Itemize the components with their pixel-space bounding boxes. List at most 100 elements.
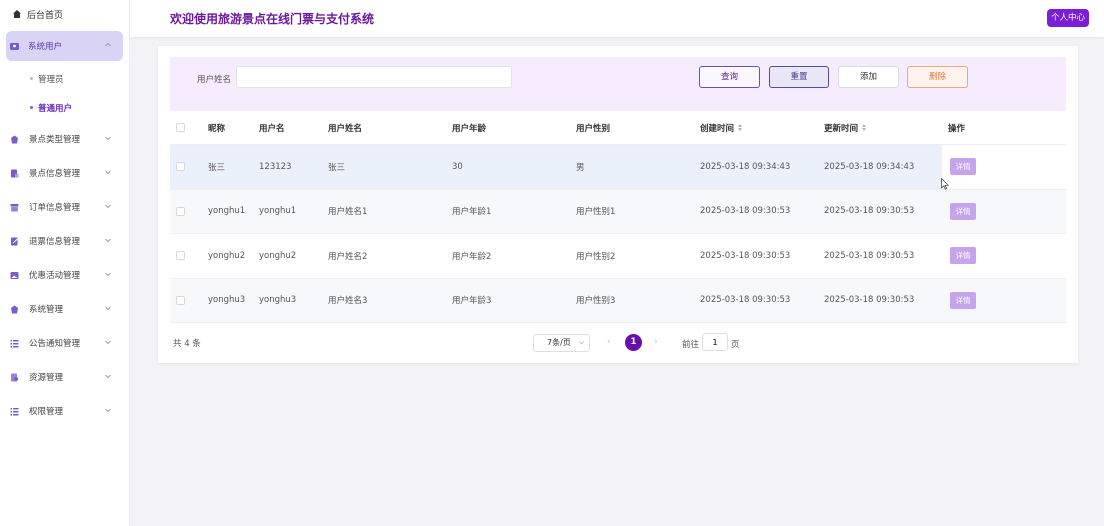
table-cell: 用户姓名2 xyxy=(328,251,368,262)
chevron-down-icon xyxy=(105,238,111,243)
bullet-icon xyxy=(30,106,33,109)
row-select-cell xyxy=(176,190,185,234)
table-cell: yonghu2 xyxy=(259,250,297,261)
page-unit-label: 页 xyxy=(731,340,740,350)
table-cell: 2025-03-18 09:30:53 xyxy=(824,250,915,261)
table-cell: yonghu1 xyxy=(208,206,246,217)
goto-page-input[interactable] xyxy=(702,333,728,351)
sidebar-item-promotions[interactable]: 优惠活动管理 xyxy=(0,258,129,292)
table-cell: 30 xyxy=(452,161,463,172)
table-row[interactable]: yonghu2 yonghu2 用户姓名2 用户年龄2 用户性别2 2025-0… xyxy=(170,234,1066,279)
detail-button[interactable]: 详情 xyxy=(950,158,976,176)
content-card: 用户姓名 查询 重置 添加 删除 昵称 用户名 用户姓名 用户年龄 用户性别 创… xyxy=(158,46,1078,363)
column-header: 操作 xyxy=(948,123,966,134)
table-cell: 用户年龄1 xyxy=(452,207,492,218)
table-cell: 用户性别1 xyxy=(576,207,616,218)
table-header: 昵称 用户名 用户姓名 用户年龄 用户性别 创建时间 更新时间 操作 xyxy=(170,111,1066,145)
sidebar-sub-normal-user[interactable]: 普通用户 xyxy=(0,93,129,122)
sort-icon[interactable] xyxy=(862,124,867,131)
table-cell: yonghu3 xyxy=(208,295,246,306)
sidebar-sub-label: 普通用户 xyxy=(38,103,73,114)
sort-icon[interactable] xyxy=(738,124,743,131)
chevron-down-icon xyxy=(105,170,111,175)
chevron-down-icon xyxy=(105,340,111,345)
sidebar-item-label: 公告通知管理 xyxy=(29,339,81,349)
sidebar-item-refunds[interactable]: 退票信息管理 xyxy=(0,224,129,258)
table-cell: yonghu3 xyxy=(259,295,297,306)
sidebar-sub-admin[interactable]: 管理员 xyxy=(0,64,129,93)
row-checkbox[interactable] xyxy=(176,206,185,216)
prev-page-button[interactable]: ‹ xyxy=(607,337,611,347)
total-count: 共 4 条 xyxy=(173,339,201,349)
detail-button[interactable]: 详情 xyxy=(950,247,976,265)
table-cell: 123123 xyxy=(259,161,292,172)
table-cell: 2025-03-18 09:34:43 xyxy=(700,161,791,172)
sidebar-item-label: 权限管理 xyxy=(29,407,64,417)
list-icon xyxy=(10,407,19,416)
detail-button[interactable]: 详情 xyxy=(950,202,976,220)
table-row[interactable]: yonghu1 yonghu1 用户姓名1 用户年龄1 用户性别1 2025-0… xyxy=(170,189,1066,234)
sidebar-item-label: 退票信息管理 xyxy=(29,237,81,247)
profile-button[interactable]: 个人中心 xyxy=(1046,9,1089,27)
table-cell: 用户年龄2 xyxy=(452,251,492,262)
sidebar-item-resources[interactable]: 资源管理 xyxy=(0,360,129,394)
user-table: 昵称 用户名 用户姓名 用户年龄 用户性别 创建时间 更新时间 操作 张三 12… xyxy=(170,111,1066,323)
chevron-down-icon xyxy=(579,341,584,345)
bullet-icon xyxy=(30,77,33,80)
sidebar-item-notices[interactable]: 公告通知管理 xyxy=(0,326,129,360)
row-checkbox[interactable] xyxy=(176,295,185,305)
table-cell: 用户性别2 xyxy=(576,251,616,262)
operation-cell: 详情 xyxy=(942,190,1066,234)
page-size-select[interactable]: 7条/页 xyxy=(533,334,590,352)
page-number-current[interactable]: 1 xyxy=(625,334,642,351)
sidebar-item-scenic-type[interactable]: 景点类型管理 xyxy=(0,122,129,156)
delete-button[interactable]: 删除 xyxy=(907,66,968,88)
home-icon xyxy=(12,9,22,19)
sidebar-group-system-users[interactable]: 系统用户 xyxy=(6,31,123,61)
tag-icon xyxy=(10,135,19,144)
image-icon xyxy=(10,271,19,280)
row-checkbox[interactable] xyxy=(176,251,185,261)
operation-cell: 详情 xyxy=(942,145,1066,189)
name-search-input[interactable] xyxy=(236,66,512,88)
select-all-checkbox[interactable] xyxy=(176,123,185,132)
sidebar-home[interactable]: 后台首页 xyxy=(0,0,129,28)
table-cell: yonghu1 xyxy=(259,206,297,217)
document-icon xyxy=(10,169,19,178)
sidebar-item-orders[interactable]: 订单信息管理 xyxy=(0,190,129,224)
table-cell: 用户年龄3 xyxy=(452,296,492,307)
next-page-button[interactable]: › xyxy=(654,337,658,347)
table-cell: 2025-03-18 09:30:53 xyxy=(700,250,791,261)
sortable-header-updated[interactable]: 更新时间 xyxy=(824,111,867,144)
folder-icon xyxy=(10,373,19,382)
chevron-down-icon xyxy=(105,374,111,379)
table-cell: 用户姓名3 xyxy=(328,296,368,307)
table-cell: 用户姓名1 xyxy=(328,207,368,218)
sidebar-item-scenic-info[interactable]: 景点信息管理 xyxy=(0,156,129,190)
table-row[interactable]: yonghu3 yonghu3 用户姓名3 用户年龄3 用户性别3 2025-0… xyxy=(170,278,1066,323)
sidebar-home-label: 后台首页 xyxy=(27,10,64,21)
sortable-header-created[interactable]: 创建时间 xyxy=(700,111,743,144)
table-cell: 张三 xyxy=(208,162,226,173)
table-cell: 男 xyxy=(576,162,585,173)
table-cell: yonghu2 xyxy=(208,250,246,261)
sidebar-group-label: 系统用户 xyxy=(28,42,63,52)
query-button[interactable]: 查询 xyxy=(699,66,760,88)
reset-button[interactable]: 重置 xyxy=(769,66,829,88)
sidebar-item-system[interactable]: 系统管理 xyxy=(0,292,129,326)
table-row[interactable]: 张三 123123 张三 30 男 2025-03-18 09:34:43 20… xyxy=(170,145,1066,190)
column-header: 用户名 xyxy=(259,123,285,134)
row-checkbox[interactable] xyxy=(176,162,185,172)
sidebar-item-permissions[interactable]: 权限管理 xyxy=(0,394,129,428)
add-button[interactable]: 添加 xyxy=(838,66,899,88)
page-title: 欢迎使用旅游景点在线门票与支付系统 xyxy=(170,12,375,26)
chevron-down-icon xyxy=(105,272,111,277)
table-cell: 2025-03-18 09:30:53 xyxy=(824,206,915,217)
sidebar-item-label: 景点信息管理 xyxy=(29,169,81,179)
top-header: 欢迎使用旅游景点在线门票与支付系统 个人中心 xyxy=(130,0,1104,37)
box-icon xyxy=(10,203,19,212)
detail-button[interactable]: 详情 xyxy=(950,291,976,309)
column-header: 昵称 xyxy=(208,123,226,134)
user-group-icon xyxy=(10,42,19,51)
sidebar-sub-label: 管理员 xyxy=(38,74,64,85)
